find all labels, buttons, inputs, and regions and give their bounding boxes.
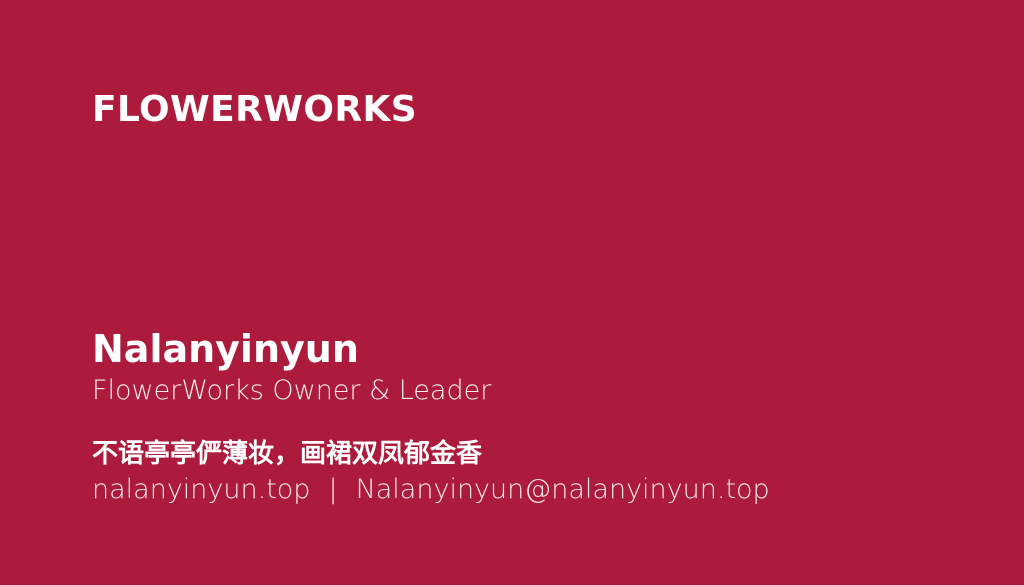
business-card: FLOWERWORKS Nalanyinyun FlowerWorks Owne… <box>0 0 1024 585</box>
info-block: Nalanyinyun FlowerWorks Owner & Leader 不… <box>92 330 992 505</box>
email-link[interactable]: Nalanyinyun@nalanyinyun.top <box>356 474 770 505</box>
brand-title: FLOWERWORKS <box>92 89 418 130</box>
contact-line: nalanyinyun.top | Nalanyinyun@nalanyinyun.… <box>92 474 992 505</box>
website-link[interactable]: nalanyinyun.top <box>92 474 310 505</box>
person-role: FlowerWorks Owner & Leader <box>92 375 492 406</box>
contact-separator: | <box>328 473 338 505</box>
person-quote: 不语亭亭俨薄妆，画裙双凤郁金香 <box>92 438 483 469</box>
person-name: Nalanyinyun <box>92 327 359 371</box>
